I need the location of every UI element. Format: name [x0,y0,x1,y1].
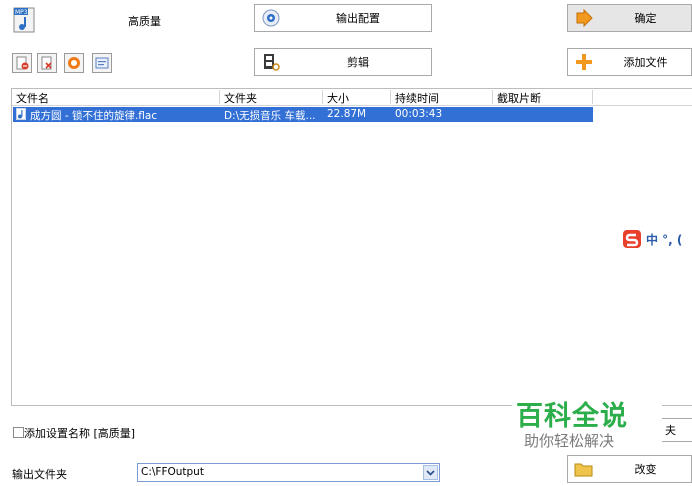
remove-file-icon [16,56,29,70]
output-config-icon [261,8,285,28]
duration-cell: 00:03:43 [395,108,443,120]
arrow-right-icon [574,9,600,27]
output-config-button[interactable]: 输出配置 [254,4,432,32]
partial-right-button[interactable]: 夫 [660,418,692,442]
add-file-button[interactable]: 添加文件 [567,48,692,76]
output-folder-value: C:\FFOutput [141,466,204,478]
change-folder-button[interactable]: 改变 [567,455,692,483]
svg-text:MP3: MP3 [15,9,28,16]
column-header-name[interactable]: 文件名 [12,90,220,105]
add-file-label: 添加文件 [623,56,668,69]
ime-toolbar[interactable]: 中 °, ( [622,228,692,250]
play-icon [68,57,80,69]
watermark-subtitle: 助你轻松解决 [524,432,615,450]
table-row[interactable]: 成方圆 - 锁不住的旋律.flac D:\无损音乐 车载... 22.87M 0… [13,107,593,122]
ok-label: 确定 [634,12,657,25]
mp3-format-icon[interactable]: MP3 [12,6,38,34]
column-header-clip[interactable]: 截取片断 [493,90,593,105]
output-folder-select[interactable]: C:\FFOutput [137,463,440,482]
ime-status-text: 中 °, ( [646,232,683,247]
plus-icon [574,52,600,72]
clear-list-button[interactable] [37,53,57,73]
cut-label: 剪辑 [347,56,369,69]
remove-file-button[interactable] [12,53,32,73]
sogou-logo-icon [622,229,642,249]
output-folder-label: 输出文件夹 [12,468,67,481]
quality-label: 高质量 [128,15,161,28]
folder-cell: D:\无损音乐 车载... [224,110,316,122]
column-header-size[interactable]: 大小 [323,90,391,105]
file-list-header: 文件名 文件夹 大小 持续时间 截取片断 [12,89,692,106]
size-cell: 22.87M [327,108,367,120]
ok-button[interactable]: 确定 [567,4,692,32]
media-info-icon [95,57,109,69]
add-setting-name-checkbox[interactable] [13,427,24,438]
folder-icon [574,461,600,477]
cut-button[interactable]: 剪辑 [254,48,432,76]
watermark: 百科全说 助你轻松解决 [512,392,662,454]
file-name-cell: 成方圆 - 锁不住的旋律.flac [30,110,158,122]
clear-list-icon [41,56,52,70]
film-scissors-icon [261,52,285,72]
add-setting-name-label: 添加设置名称 [高质量] [24,427,136,440]
file-list[interactable]: 文件名 文件夹 大小 持续时间 截取片断 成方圆 - 锁不住的旋律.flac D… [11,88,692,406]
column-header-folder[interactable]: 文件夹 [220,90,323,105]
partial-right-label: 夫 [665,424,676,437]
column-header-duration[interactable]: 持续时间 [391,90,493,105]
media-info-button[interactable] [92,53,112,73]
output-config-label: 输出配置 [336,12,380,25]
audio-file-icon [16,108,26,123]
change-label: 改变 [634,463,657,476]
chevron-down-icon[interactable] [423,465,438,480]
play-button[interactable] [64,53,84,73]
watermark-title: 百科全说 [516,401,628,432]
